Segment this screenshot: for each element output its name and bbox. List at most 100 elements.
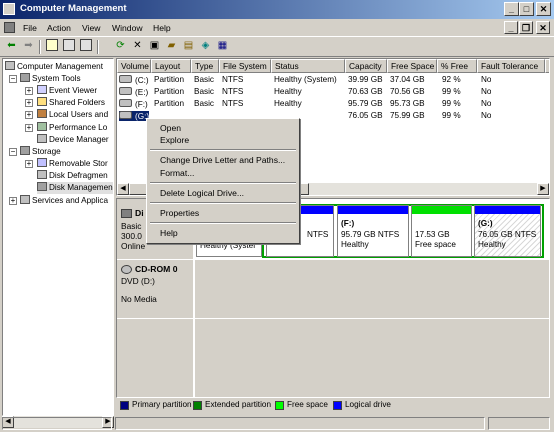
partition-fs: NTFS [307,230,329,239]
expand-icon[interactable]: + [25,87,33,95]
forward-arrow-icon[interactable]: ➡ [21,39,36,53]
minimize-button[interactable]: _ [504,2,519,16]
menu-help[interactable]: Help [153,23,171,33]
menu-separator [150,202,296,204]
column-fault-tolerance[interactable]: Fault Tolerance [477,59,545,73]
free-space-block[interactable]: 17.53 GB Free space [411,205,472,257]
column-volume[interactable]: Volume [117,59,151,73]
expand-icon[interactable]: + [25,99,33,107]
scroll-right-icon[interactable]: ▶ [537,183,549,195]
tree-item-disk-defragmenter[interactable]: Disk Defragmen [37,170,108,182]
table-row[interactable]: (C:) [119,75,149,85]
window-title: Computer Management [20,3,127,14]
status-cell [115,417,485,430]
document-menu-icon[interactable] [4,22,15,33]
partition-size: 76.05 GB NTFS [478,230,537,239]
scroll-left-icon[interactable]: ◀ [117,183,129,195]
expand-icon[interactable]: + [9,197,17,205]
console-tree[interactable]: Computer Management − System Tools + Eve… [2,58,114,416]
help-icon[interactable]: ▦ [215,39,230,53]
tree-item-shared-folders[interactable]: Shared Folders [37,97,105,109]
column-overhead[interactable]: O [545,59,549,73]
tree-item-system-tools[interactable]: System Tools [20,73,81,85]
menu-item-change-drive-letter[interactable]: Change Drive Letter and Paths... [160,155,285,165]
collapse-icon[interactable]: − [9,148,17,156]
tree-item-computer-management[interactable]: Computer Management [5,61,103,73]
tree-item-disk-management[interactable]: Disk Managemen [37,182,113,195]
app-icon [3,3,15,15]
doc-restore-button[interactable]: ❐ [519,21,533,34]
menu-window[interactable]: Window [112,23,143,33]
delete-icon[interactable]: ✕ [130,39,145,53]
column-type[interactable]: Type [191,59,219,73]
menu-action[interactable]: Action [47,23,71,33]
disk-management-icon [37,182,47,191]
console-tree-icon[interactable] [80,39,92,51]
toolbar-separator [97,40,99,54]
free-space-label: Free space [415,240,456,249]
table-row-selected[interactable]: (G:) [119,111,150,121]
context-menu: Open Explore Change Drive Letter and Pat… [146,118,300,244]
properties-icon[interactable]: ▣ [147,39,162,53]
cell-pct: 99 % [442,87,461,96]
menu-separator [150,222,296,224]
column-layout[interactable]: Layout [151,59,191,73]
menu-item-properties[interactable]: Properties [160,208,199,218]
partition-g[interactable]: (G:) 76.05 GB NTFS Healthy [474,205,541,257]
menu-item-format[interactable]: Format... [160,168,194,178]
export-icon[interactable]: ▤ [181,39,196,53]
search-icon[interactable]: ◈ [198,39,213,53]
menu-item-explore[interactable]: Explore [160,135,189,145]
tree-item-local-users[interactable]: Local Users and [37,109,108,121]
column-percent-free[interactable]: % Free [437,59,477,73]
doc-close-button[interactable]: ✕ [536,21,550,34]
partition-label: (G:) [478,219,493,228]
doc-minimize-button[interactable]: _ [504,21,518,34]
cell-capacity: 70.63 GB [348,87,383,96]
refresh-icon[interactable]: ⟳ [113,39,128,53]
show-hide-tree-icon[interactable] [63,39,75,51]
close-button[interactable]: ✕ [536,2,551,16]
menu-view[interactable]: View [82,23,100,33]
cell-capacity: 39.99 GB [348,75,383,84]
free-space-bar [412,206,471,214]
up-folder-icon[interactable] [46,39,58,51]
cell-ft: No [481,111,492,120]
expand-icon[interactable]: + [25,111,33,119]
toolbar-separator [39,40,41,54]
tree-item-services-applications[interactable]: Services and Applica [20,195,108,207]
cell-pct: 92 % [442,75,461,84]
menu-item-delete-logical-drive[interactable]: Delete Logical Drive... [160,188,244,198]
menu-separator [150,149,296,151]
free-space-size: 17.53 GB [415,230,450,239]
expand-icon[interactable]: + [25,160,33,168]
folder-icon [37,97,47,106]
cell-status: Healthy (System) [274,75,337,84]
tree-item-device-manager[interactable]: Device Manager [37,134,109,146]
logical-drive-bar [338,206,408,214]
cdrom-label[interactable]: CD-ROM 0 DVD (D:) No Media [117,260,193,318]
table-row[interactable]: (E:) [119,87,148,97]
tree-item-removable-storage[interactable]: Removable Stor [37,158,108,170]
open-folder-icon[interactable]: ▰ [164,39,179,53]
partition-f[interactable]: (F:) 95.79 GB NTFS Healthy [337,205,409,257]
tree-item-storage[interactable]: Storage [20,146,61,158]
tree-item-performance-logs[interactable]: Performance Lo [37,122,107,134]
tree-item-event-viewer[interactable]: Event Viewer [37,85,97,97]
legend-swatch-free [275,401,284,410]
column-status[interactable]: Status [271,59,345,73]
menu-item-help[interactable]: Help [160,228,178,238]
column-file-system[interactable]: File System [219,59,271,73]
maximize-button[interactable]: □ [519,2,534,16]
menu-item-open[interactable]: Open [160,123,181,133]
back-arrow-icon[interactable]: ⬅ [4,39,19,53]
expand-icon[interactable]: + [25,124,33,132]
column-capacity[interactable]: Capacity [345,59,387,73]
menu-file[interactable]: File [23,23,37,33]
collapse-icon[interactable]: − [9,75,17,83]
column-free-space[interactable]: Free Space [387,59,437,73]
cell-layout: Partition [154,75,185,84]
tools-icon [20,73,30,82]
cell-pct: 99 % [442,111,461,120]
table-row[interactable]: (F:) [119,99,148,109]
